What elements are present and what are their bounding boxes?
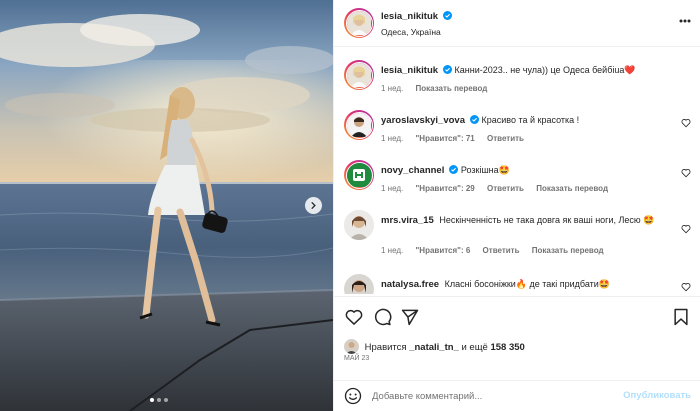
likes-prefix: Нравится — [364, 342, 407, 353]
commenter-avatar[interactable] — [344, 274, 374, 294]
verified-badge-icon — [449, 165, 459, 174]
comment-meta: 1 нед. "Нравится": 29 Ответить Показать … — [381, 184, 618, 193]
carousel-dot — [164, 398, 168, 402]
post-photo[interactable] — [0, 0, 333, 411]
comment-body: Класні босоніжки🔥 де такі придбати🤩 — [444, 279, 610, 289]
show-translation-link[interactable]: Показать перевод — [532, 246, 604, 255]
carousel-dot — [157, 398, 161, 402]
reply-link[interactable]: Ответить — [483, 246, 520, 255]
comment-body: Красиво та й красотка ! — [481, 115, 580, 125]
comment-meta: 1 нед. Показать перевод — [381, 84, 497, 93]
comment-time[interactable]: 1 нед. — [381, 246, 403, 255]
comment-username[interactable]: novy_channel — [381, 165, 444, 176]
comment-body: Нескінченність не така довга як ваші ног… — [439, 215, 655, 225]
comment-username[interactable]: natalysa.free — [381, 279, 439, 290]
comment-like-heart-icon[interactable] — [681, 224, 691, 234]
comment-like-heart-icon[interactable] — [681, 168, 691, 178]
comment-text-line: lesia_nikituk Канни-2023.. не чула)) це … — [381, 64, 676, 77]
show-translation-link[interactable]: Показать перевод — [416, 84, 488, 93]
verified-badge-icon — [469, 115, 479, 124]
beach-photo — [0, 0, 333, 411]
comment-like-heart-icon[interactable] — [681, 282, 691, 292]
heart-icon[interactable] — [344, 307, 364, 327]
comments-list[interactable]: lesia_nikituk Канни-2023.. не чула)) це … — [334, 48, 700, 294]
comment-input[interactable] — [372, 388, 612, 404]
author-line: lesia_nikituk — [381, 11, 452, 22]
avatar-image — [344, 339, 359, 354]
comment-item: yaroslavskyi_vova Красиво та й красотка … — [334, 110, 700, 150]
post-actions: Нравится _natali_tn_ и ещё 158 350 МАЙ 2… — [334, 296, 700, 376]
avatar-image — [346, 162, 371, 187]
verified-badge-icon — [442, 11, 452, 20]
comment-like-heart-icon[interactable] — [681, 118, 691, 128]
liker-avatar[interactable] — [344, 339, 359, 354]
commenter-avatar[interactable] — [344, 110, 374, 140]
comment-text-line: mrs.vira_15 Нескінченність не така довга… — [381, 214, 676, 227]
avatar-image — [344, 274, 374, 294]
avatar-image — [344, 210, 374, 240]
carousel-indicator — [150, 398, 168, 402]
comment-username[interactable]: yaroslavskyi_vova — [381, 115, 465, 126]
reply-link[interactable]: Ответить — [487, 134, 524, 143]
comment-icon[interactable] — [372, 307, 392, 327]
comment-time[interactable]: 1 нед. — [381, 84, 403, 93]
comment-body: Розкішна🤩 — [460, 165, 510, 175]
comment-username[interactable]: mrs.vira_15 — [381, 215, 434, 226]
commenter-avatar[interactable] — [344, 210, 374, 240]
add-comment-bar: Опубликовать — [334, 380, 700, 411]
share-icon[interactable] — [400, 307, 420, 327]
avatar-image — [346, 10, 371, 35]
post-header: lesia_nikituk Одеса, Україна — [334, 0, 700, 47]
comment-likes-count[interactable]: "Нравится": 71 — [416, 134, 475, 143]
comment-likes-count[interactable]: "Нравится": 29 — [416, 184, 475, 193]
post-date[interactable]: МАЙ 23 — [344, 355, 369, 362]
comment-username[interactable]: lesia_nikituk — [381, 65, 438, 76]
comment-text-line: yaroslavskyi_vova Красиво та й красотка … — [381, 114, 676, 127]
avatar-image — [346, 112, 371, 137]
reply-link[interactable]: Ответить — [487, 184, 524, 193]
comment-time[interactable]: 1 нед. — [381, 184, 403, 193]
next-slide-button[interactable] — [305, 197, 322, 214]
publish-button[interactable]: Опубликовать — [623, 390, 691, 401]
post-side-panel: lesia_nikituk Одеса, Україна lesia_nikit… — [333, 0, 700, 411]
comment-item: lesia_nikituk Канни-2023.. не чула)) це … — [334, 60, 700, 100]
author-username[interactable]: lesia_nikituk — [381, 11, 438, 22]
likes-summary: Нравится _natali_tn_ и ещё 158 350 — [344, 339, 525, 354]
show-translation-link[interactable]: Показать перевод — [536, 184, 608, 193]
bookmark-icon[interactable] — [671, 307, 691, 327]
comment-text-line: novy_channel Розкішна🤩 — [381, 164, 676, 177]
carousel-dot — [150, 398, 154, 402]
comment-body: Канни-2023.. не чула)) це Одеса бейбіuа❤… — [454, 65, 636, 75]
comment-text-line: natalysa.free Класні босоніжки🔥 де такі … — [381, 278, 676, 291]
comment-item: natalysa.free Класні босоніжки🔥 де такі … — [334, 274, 700, 294]
comment-item: mrs.vira_15 Нескінченність не така довга… — [334, 210, 700, 262]
emoji-icon[interactable] — [344, 387, 362, 405]
chevron-right-icon — [311, 202, 316, 209]
verified-badge-icon — [443, 65, 453, 74]
comment-likes-count[interactable]: "Нравится": 6 — [416, 246, 471, 255]
comment-meta: 1 нед. "Нравится": 6 Ответить Показать п… — [381, 246, 614, 255]
likes-user[interactable]: _natali_tn_ — [409, 342, 459, 353]
likes-count[interactable]: 158 350 — [490, 342, 524, 353]
post-location[interactable]: Одеса, Україна — [381, 27, 441, 37]
commenter-avatar[interactable] — [344, 60, 374, 90]
avatar-image — [346, 62, 371, 87]
author-avatar[interactable] — [344, 8, 374, 38]
comment-time[interactable]: 1 нед. — [381, 134, 403, 143]
comment-item: novy_channel Розкішна🤩 1 нед. "Нравится"… — [334, 160, 700, 200]
more-options-icon[interactable] — [679, 19, 691, 23]
commenter-avatar[interactable] — [344, 160, 374, 190]
likes-and: и ещё — [461, 342, 488, 353]
comment-meta: 1 нед. "Нравится": 71 Ответить — [381, 134, 534, 143]
